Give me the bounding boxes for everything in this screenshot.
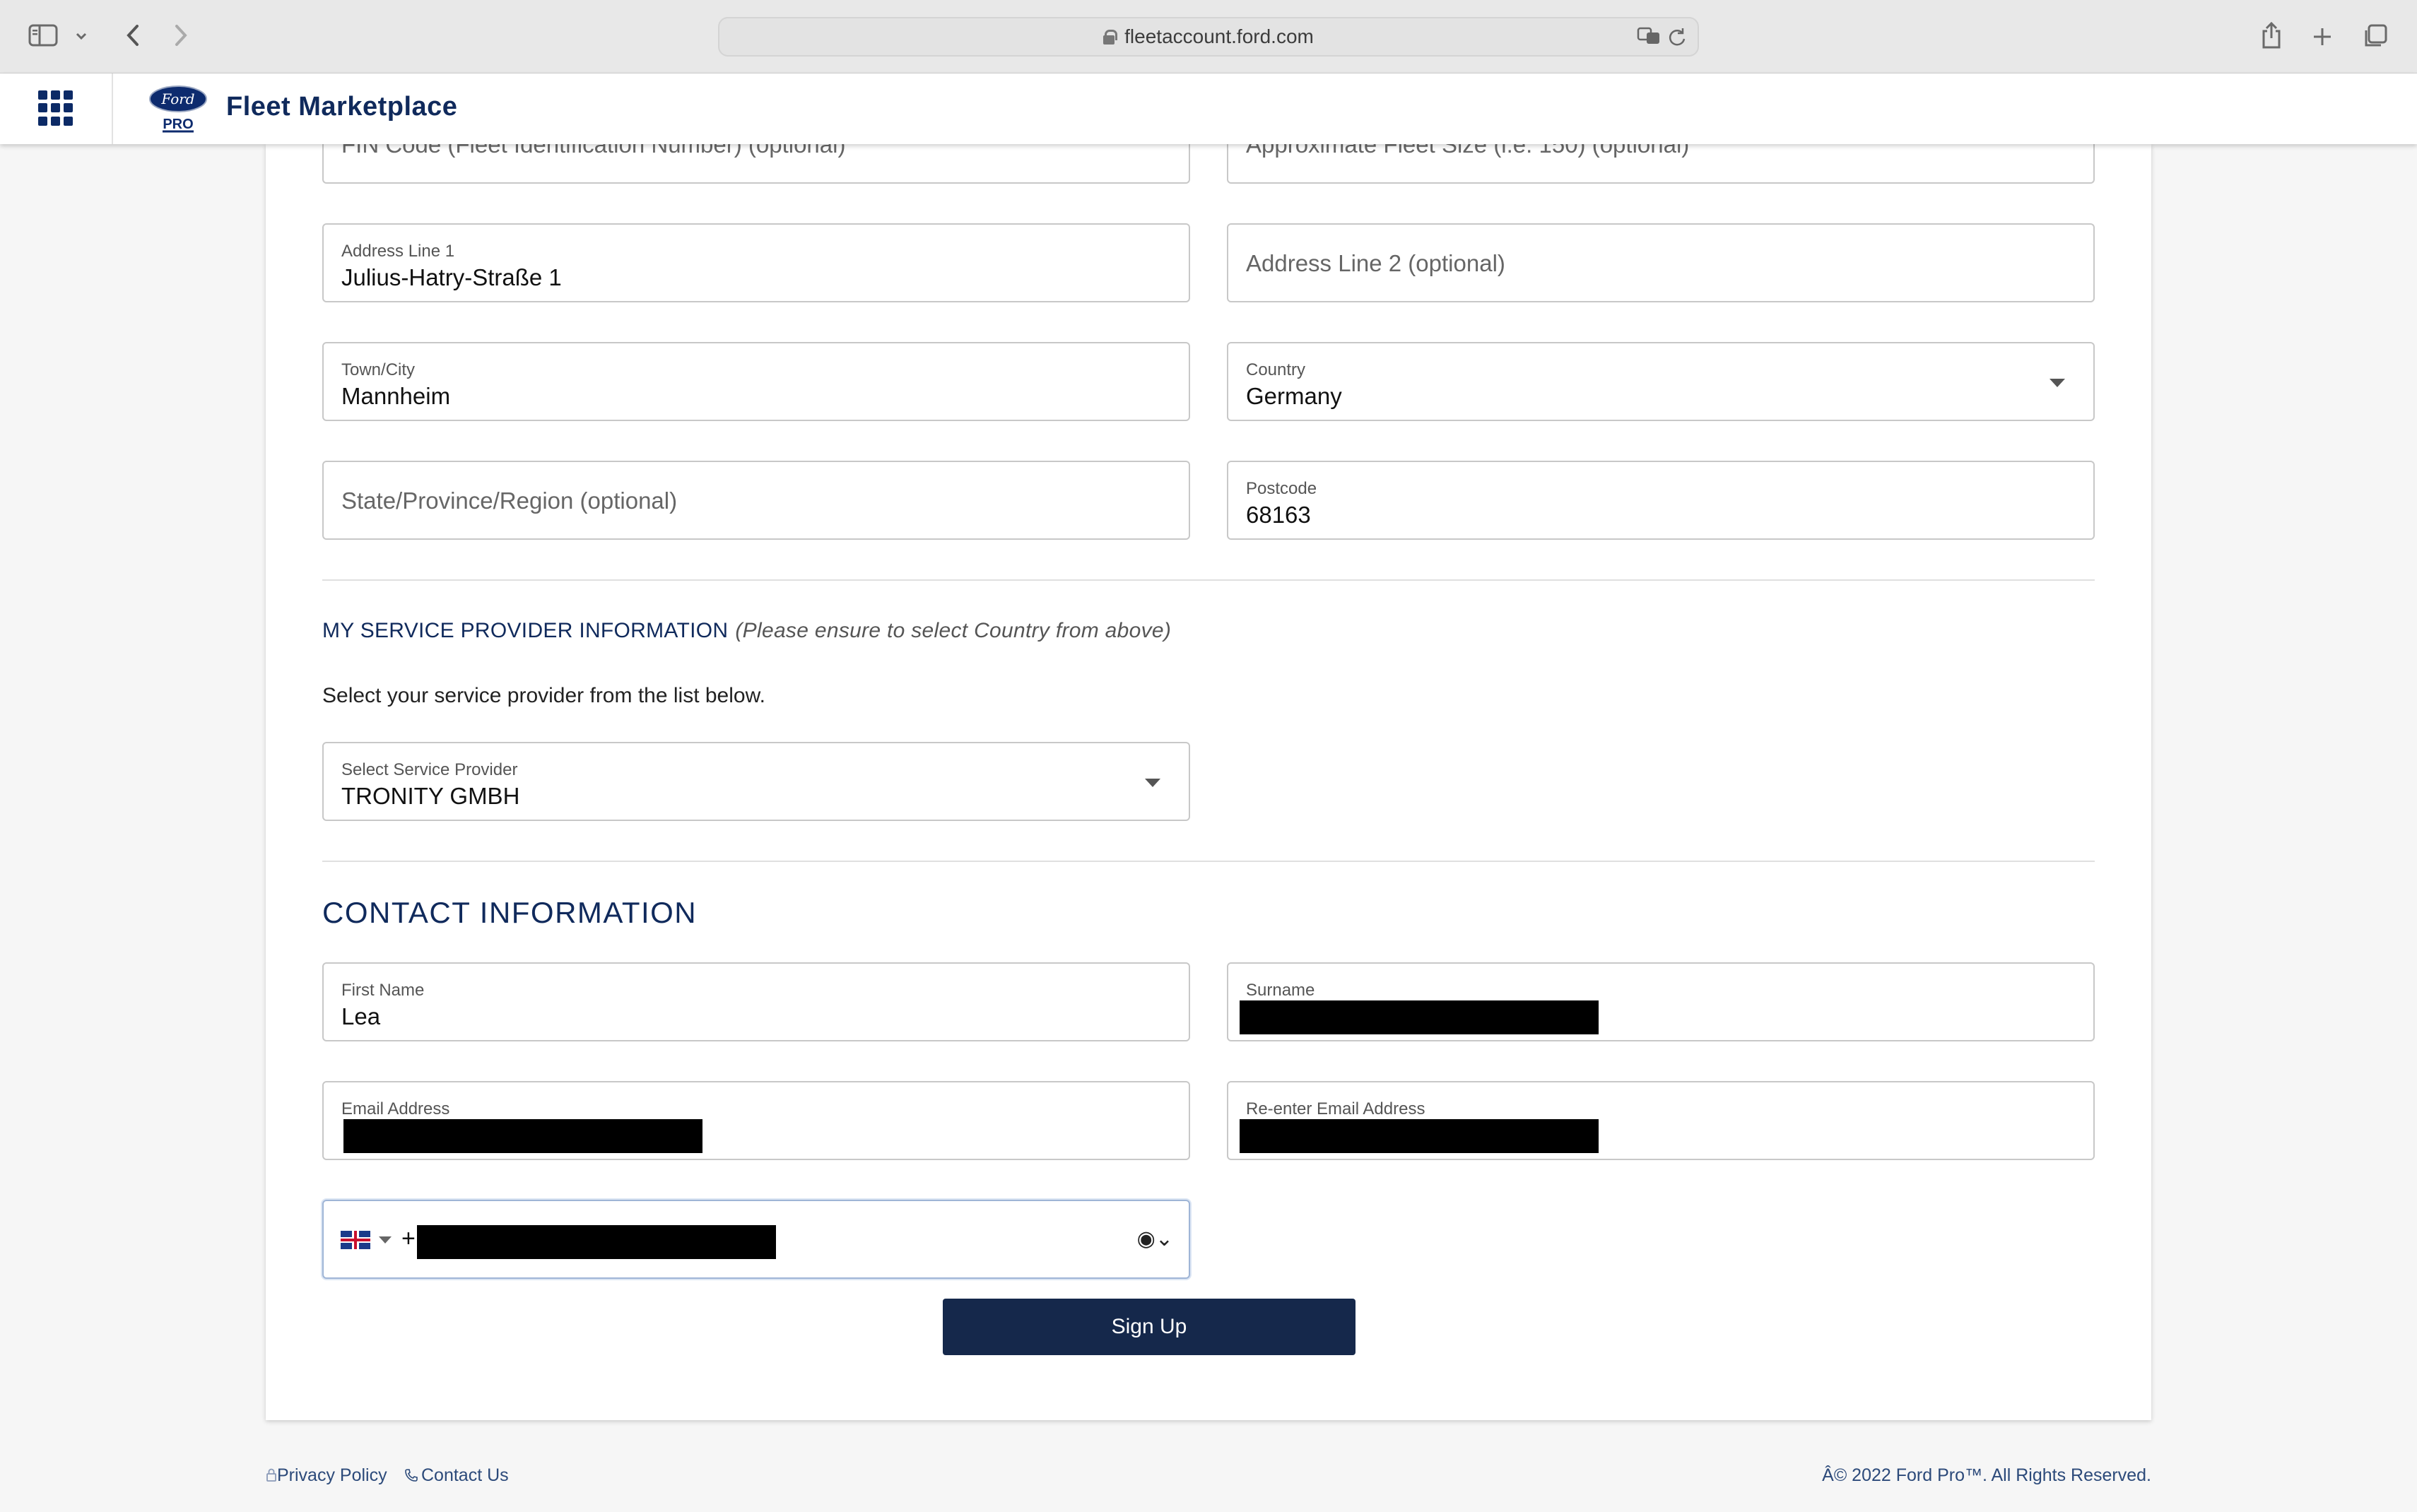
surname-label: Surname xyxy=(1246,981,1315,1000)
country-value: Germany xyxy=(1246,383,1342,409)
redacted-value xyxy=(417,1225,776,1259)
state-input[interactable]: State/Province/Region (optional) xyxy=(322,461,1190,540)
section-divider xyxy=(322,579,2095,581)
first-name-input[interactable]: First Name Lea xyxy=(322,962,1190,1041)
first-name-value: Lea xyxy=(341,1003,381,1029)
email-confirm-input[interactable]: Re-enter Email Address xyxy=(1227,1081,2095,1160)
header-divider xyxy=(112,73,113,144)
new-tab-icon[interactable] xyxy=(2307,21,2338,52)
url-text: fleetaccount.ford.com xyxy=(1124,25,1314,47)
surname-input[interactable]: Surname xyxy=(1227,962,2095,1041)
app-launcher-grid-icon[interactable] xyxy=(38,90,73,126)
logo-ford-text: Ford xyxy=(160,90,194,107)
sidebar-menu-chevron-icon[interactable] xyxy=(71,25,92,47)
share-icon[interactable] xyxy=(2256,18,2287,52)
service-provider-heading: MY SERVICE PROVIDER INFORMATION (Please e… xyxy=(322,619,1171,643)
contact-autofill-icon[interactable]: ◉⌄ xyxy=(1137,1227,1173,1251)
sign-up-button[interactable]: Sign Up xyxy=(943,1299,1355,1355)
app-title: Fleet Marketplace xyxy=(226,92,458,122)
redacted-value xyxy=(1240,1119,1599,1153)
lock-icon xyxy=(266,1468,276,1482)
country-code-chevron-icon[interactable] xyxy=(379,1236,392,1244)
service-provider-title: MY SERVICE PROVIDER INFORMATION xyxy=(322,619,729,642)
country-select[interactable]: Country Germany xyxy=(1227,342,2095,421)
address-line2-input[interactable]: Address Line 2 (optional) xyxy=(1227,223,2095,302)
postcode-value: 68163 xyxy=(1246,502,1311,528)
first-name-label: First Name xyxy=(341,981,425,1000)
chevron-down-icon xyxy=(2050,379,2065,387)
privacy-policy-link[interactable]: Privacy Policy xyxy=(266,1465,387,1486)
contact-us-link[interactable]: Contact Us xyxy=(404,1465,509,1486)
redacted-value xyxy=(343,1119,702,1153)
address-line1-input[interactable]: Address Line 1 Julius-Hatry-Straße 1 xyxy=(322,223,1190,302)
reload-icon[interactable] xyxy=(1668,27,1686,52)
redacted-value xyxy=(1240,1000,1599,1034)
tab-overview-icon[interactable] xyxy=(2359,21,2390,52)
town-city-input[interactable]: Town/City Mannheim xyxy=(322,342,1190,421)
contact-us-label: Contact Us xyxy=(421,1465,509,1485)
address-line1-label: Address Line 1 xyxy=(341,242,455,261)
postcode-label: Postcode xyxy=(1246,479,1317,498)
phone-input[interactable]: + ◉⌄ xyxy=(322,1200,1190,1279)
town-city-value: Mannheim xyxy=(341,383,451,409)
email-confirm-label: Re-enter Email Address xyxy=(1246,1099,1425,1118)
service-provider-select-label: Select Service Provider xyxy=(341,760,518,779)
email-label: Email Address xyxy=(341,1099,450,1118)
address-line2-placeholder: Address Line 2 (optional) xyxy=(1246,250,1505,276)
uk-flag-icon[interactable] xyxy=(341,1231,370,1249)
lock-icon xyxy=(1103,30,1118,45)
sidebar-toggle-icon[interactable] xyxy=(27,21,59,49)
ford-pro-logo[interactable]: Ford PRO xyxy=(147,83,209,134)
phone-icon xyxy=(405,1469,418,1482)
logo-pro-text: PRO xyxy=(163,117,193,132)
address-bar[interactable]: fleetaccount.ford.com xyxy=(718,17,1699,57)
country-label: Country xyxy=(1246,360,1306,379)
service-provider-instruction: Select your service provider from the li… xyxy=(322,684,765,707)
state-placeholder: State/Province/Region (optional) xyxy=(341,488,678,514)
town-city-label: Town/City xyxy=(341,360,416,379)
app-header: Ford PRO Fleet Marketplace xyxy=(0,73,2417,144)
privacy-policy-label: Privacy Policy xyxy=(277,1465,387,1485)
section-divider xyxy=(322,861,2095,862)
address-line1-value: Julius-Hatry-Straße 1 xyxy=(341,264,562,290)
contact-heading: CONTACT INFORMATION xyxy=(322,896,698,929)
email-input[interactable]: Email Address xyxy=(322,1081,1190,1160)
postcode-input[interactable]: Postcode 68163 xyxy=(1227,461,2095,540)
forward-icon[interactable] xyxy=(167,21,195,49)
service-provider-select[interactable]: Select Service Provider TRONITY GMBH xyxy=(322,742,1190,821)
browser-toolbar: fleetaccount.ford.com xyxy=(0,0,2417,73)
service-provider-note: (Please ensure to select Country from ab… xyxy=(735,619,1172,642)
translate-icon[interactable] xyxy=(1637,27,1661,50)
copyright-text: Â© 2022 Ford Pro™. All Rights Reserved. xyxy=(1822,1465,2151,1485)
service-provider-select-value: TRONITY GMBH xyxy=(341,783,520,809)
phone-prefix: + xyxy=(401,1225,416,1252)
back-icon[interactable] xyxy=(119,21,147,49)
chevron-down-icon xyxy=(1145,779,1160,787)
